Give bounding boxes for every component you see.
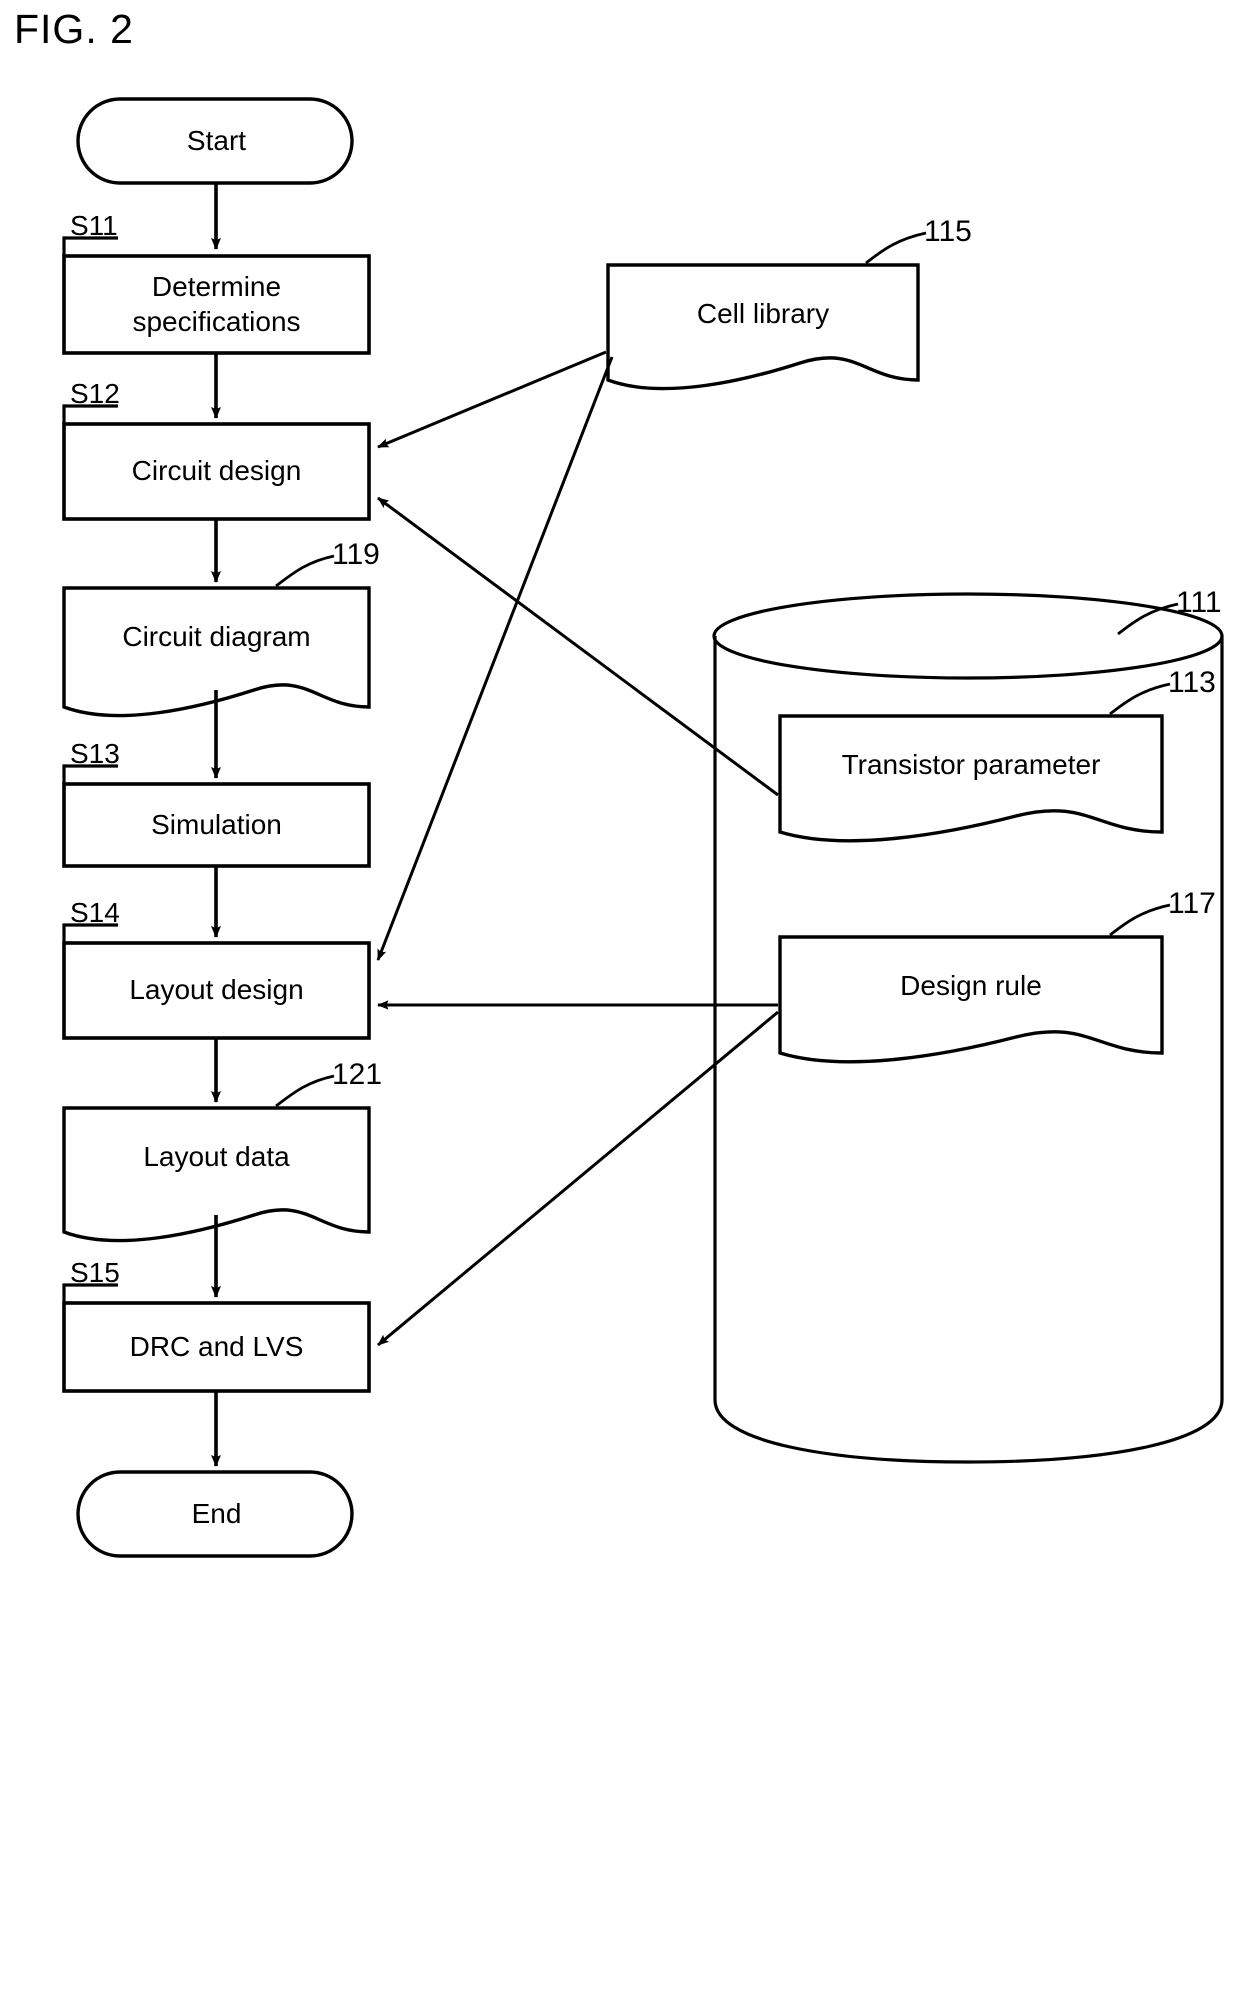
shape-s11-box xyxy=(62,254,371,355)
shape-design-rule-document xyxy=(778,935,1164,1064)
shape-transistor-parameter-document xyxy=(778,714,1164,843)
shape-s14-box xyxy=(62,941,371,1040)
shape-start-terminal xyxy=(76,97,354,185)
resource-arrows xyxy=(376,350,779,1347)
arrow-cell-library-to-s14 xyxy=(376,356,614,961)
reference-number-113: 113 xyxy=(1168,666,1216,699)
reference-number-119: 119 xyxy=(332,538,380,571)
shape-s12-box xyxy=(62,422,371,521)
shape-cell-library-document xyxy=(606,263,920,391)
step-tag-s12: S12 xyxy=(70,378,120,409)
reference-number-121: 121 xyxy=(332,1058,383,1091)
step-tag-s11: S11 xyxy=(70,210,118,241)
shape-database-cylinder xyxy=(712,592,1224,1464)
flowchart-graphics xyxy=(62,97,1224,1558)
step-tag-s14: S14 xyxy=(70,897,120,928)
arrow-design-rule-to-s15 xyxy=(377,1010,779,1347)
arrow-transistor-parameter-to-s12 xyxy=(377,496,779,797)
reference-number-117: 117 xyxy=(1168,887,1216,920)
shape-s13-box xyxy=(62,782,371,868)
shape-s15-box xyxy=(62,1301,371,1393)
step-tag-s15: S15 xyxy=(70,1257,120,1288)
reference-number-115: 115 xyxy=(924,215,972,248)
reference-number-111: 111 xyxy=(1176,586,1222,619)
step-tag-s13: S13 xyxy=(70,738,120,769)
figure-canvas: FIG. 2 Start End Determine specification… xyxy=(0,0,1240,1999)
reference-leaders xyxy=(275,231,1179,1108)
arrow-cell-library-to-s12 xyxy=(377,350,607,449)
shape-end-terminal xyxy=(76,1470,354,1558)
